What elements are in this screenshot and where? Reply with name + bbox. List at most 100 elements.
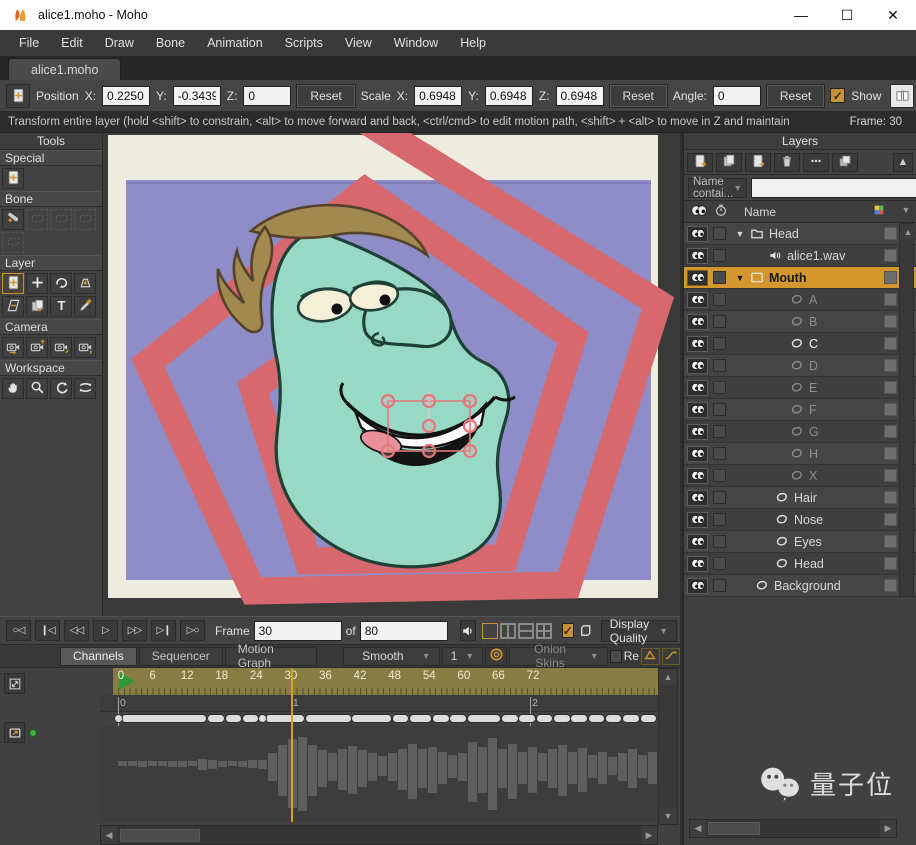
follow-path-tool[interactable]: [26, 296, 48, 317]
scale-y-input[interactable]: [484, 85, 533, 106]
layer-color-swatch[interactable]: [884, 359, 897, 372]
layer-checkbox[interactable]: [713, 447, 726, 460]
add-point-tool[interactable]: [26, 273, 48, 294]
roll-camera-tool[interactable]: [50, 337, 72, 358]
layer-row-head[interactable]: ▼ Head: [684, 223, 916, 245]
step-back-button[interactable]: ◁◁: [64, 620, 89, 641]
layers-hscrollbar[interactable]: ◀ ▶: [689, 819, 897, 838]
layer-row-g[interactable]: G: [684, 421, 916, 443]
keyframe-track[interactable]: [100, 712, 658, 726]
minimize-button[interactable]: —: [778, 0, 824, 30]
scale-z-input[interactable]: [555, 85, 604, 106]
pan-tilt-camera-tool[interactable]: [74, 337, 96, 358]
orbit-workspace-tool[interactable]: [74, 378, 96, 399]
visibility-eye-icon[interactable]: [687, 269, 708, 286]
layer-color-swatch[interactable]: [884, 425, 897, 438]
shear-layer-tool[interactable]: [2, 296, 24, 317]
position-reset-button[interactable]: Reset: [296, 83, 356, 108]
keyframe-segment[interactable]: [466, 714, 502, 723]
new-group-button[interactable]: [745, 152, 771, 172]
play-to-end-button[interactable]: ▷○: [180, 620, 205, 641]
visibility-eye-icon[interactable]: [687, 467, 708, 484]
visibility-eye-icon[interactable]: [687, 445, 708, 462]
canvas-area[interactable]: [103, 106, 680, 616]
step-forward-button[interactable]: ▷▷: [122, 620, 147, 641]
keyframe-segment[interactable]: [553, 714, 571, 723]
transform-layer-tool[interactable]: [2, 273, 24, 294]
layer-row-e[interactable]: E: [684, 377, 916, 399]
timeline-tab-sequencer[interactable]: Sequencer: [138, 646, 223, 666]
menu-item-view[interactable]: View: [334, 32, 383, 54]
visibility-eye-icon[interactable]: [687, 379, 708, 396]
select-bone-tool[interactable]: [2, 209, 24, 230]
visibility-eye-icon[interactable]: [687, 401, 708, 418]
layer-color-swatch[interactable]: [884, 491, 897, 504]
speaker-icon[interactable]: [459, 620, 476, 641]
layer-color-swatch[interactable]: [884, 469, 897, 482]
keyframe-segment[interactable]: [391, 714, 410, 723]
layer-filter-dropdown[interactable]: Name contai... ▼: [688, 176, 748, 200]
keyframe-segment[interactable]: [305, 714, 352, 723]
menu-item-draw[interactable]: Draw: [94, 32, 145, 54]
layers-scrollbar[interactable]: ▲: [899, 223, 916, 597]
play-from-start-button[interactable]: ○◁: [6, 620, 31, 641]
layer-search-input[interactable]: [751, 177, 916, 198]
document-tab[interactable]: alice1.moho: [8, 58, 122, 80]
timeline-ruler[interactable]: 061218243036424854606672: [113, 668, 658, 695]
layer-comps-button[interactable]: [832, 152, 858, 172]
play-button[interactable]: ▷: [93, 620, 118, 641]
position-y-input[interactable]: [172, 85, 221, 106]
layer-row-mouth[interactable]: ▼ Mouth: [684, 267, 916, 289]
menu-item-file[interactable]: File: [8, 32, 50, 54]
layer-color-swatch[interactable]: [884, 447, 897, 460]
scrollbar-thumb[interactable]: [120, 828, 200, 842]
menu-item-animation[interactable]: Animation: [196, 32, 274, 54]
layer-checkbox[interactable]: [713, 381, 726, 394]
scroll-up-icon[interactable]: ▲: [659, 669, 677, 685]
eyedropper-tool[interactable]: [74, 296, 96, 317]
layer-row-h[interactable]: H: [684, 443, 916, 465]
playhead[interactable]: [290, 668, 293, 822]
expand-caret-icon[interactable]: ▼: [734, 229, 746, 239]
layer-row-f[interactable]: F: [684, 399, 916, 421]
layer-row-hair[interactable]: Hair: [684, 487, 916, 509]
expand-timeline-icon[interactable]: [4, 673, 25, 694]
pan-workspace-tool[interactable]: [2, 378, 24, 399]
layer-checkbox[interactable]: [713, 315, 726, 328]
layer-checkbox[interactable]: [713, 359, 726, 372]
layer-color-swatch[interactable]: [884, 557, 897, 570]
split-vertical-view-button[interactable]: [499, 622, 516, 639]
layer-color-swatch[interactable]: [884, 535, 897, 548]
visibility-eye-icon[interactable]: [687, 291, 708, 308]
frame-input[interactable]: [253, 620, 342, 641]
menu-item-window[interactable]: Window: [383, 32, 449, 54]
layer-row-c[interactable]: C: [684, 333, 916, 355]
scroll-left-icon[interactable]: ◀: [101, 826, 117, 844]
scroll-right-icon[interactable]: ▶: [641, 826, 657, 844]
keyframe-segment[interactable]: [120, 714, 208, 723]
layer-row-background[interactable]: Background: [684, 575, 916, 597]
layer-checkbox[interactable]: [713, 293, 726, 306]
expand-caret-icon[interactable]: ▼: [734, 273, 746, 283]
menu-item-help[interactable]: Help: [449, 32, 497, 54]
show-path-checkbox[interactable]: ✓: [830, 88, 846, 103]
scrollbar-thumb[interactable]: [708, 822, 760, 835]
keyframe-segment[interactable]: [622, 714, 640, 723]
visibility-eye-icon[interactable]: [687, 247, 708, 264]
crop-frame-icon[interactable]: [578, 620, 593, 641]
flip-pages-icon[interactable]: [890, 83, 914, 108]
timeline-hscrollbar[interactable]: ◀ ▶: [100, 825, 658, 845]
visibility-eye-icon[interactable]: [687, 533, 708, 550]
rotate-layer-tool[interactable]: [50, 273, 72, 294]
maximize-button[interactable]: ☐: [824, 0, 870, 30]
keyframe-segment[interactable]: [432, 714, 450, 723]
duplicate-layer-button[interactable]: [716, 152, 742, 172]
interpolation-dropdown[interactable]: Smooth ▼: [343, 646, 440, 666]
layer-color-swatch[interactable]: [884, 381, 897, 394]
layer-checkbox[interactable]: [713, 249, 726, 262]
scroll-right-icon[interactable]: ▶: [880, 820, 896, 837]
close-button[interactable]: ✕: [870, 0, 916, 30]
layer-row-alice1-wav[interactable]: alice1.wav: [684, 245, 916, 267]
scroll-left-icon[interactable]: ◀: [690, 820, 706, 837]
layer-checkbox[interactable]: [713, 491, 726, 504]
